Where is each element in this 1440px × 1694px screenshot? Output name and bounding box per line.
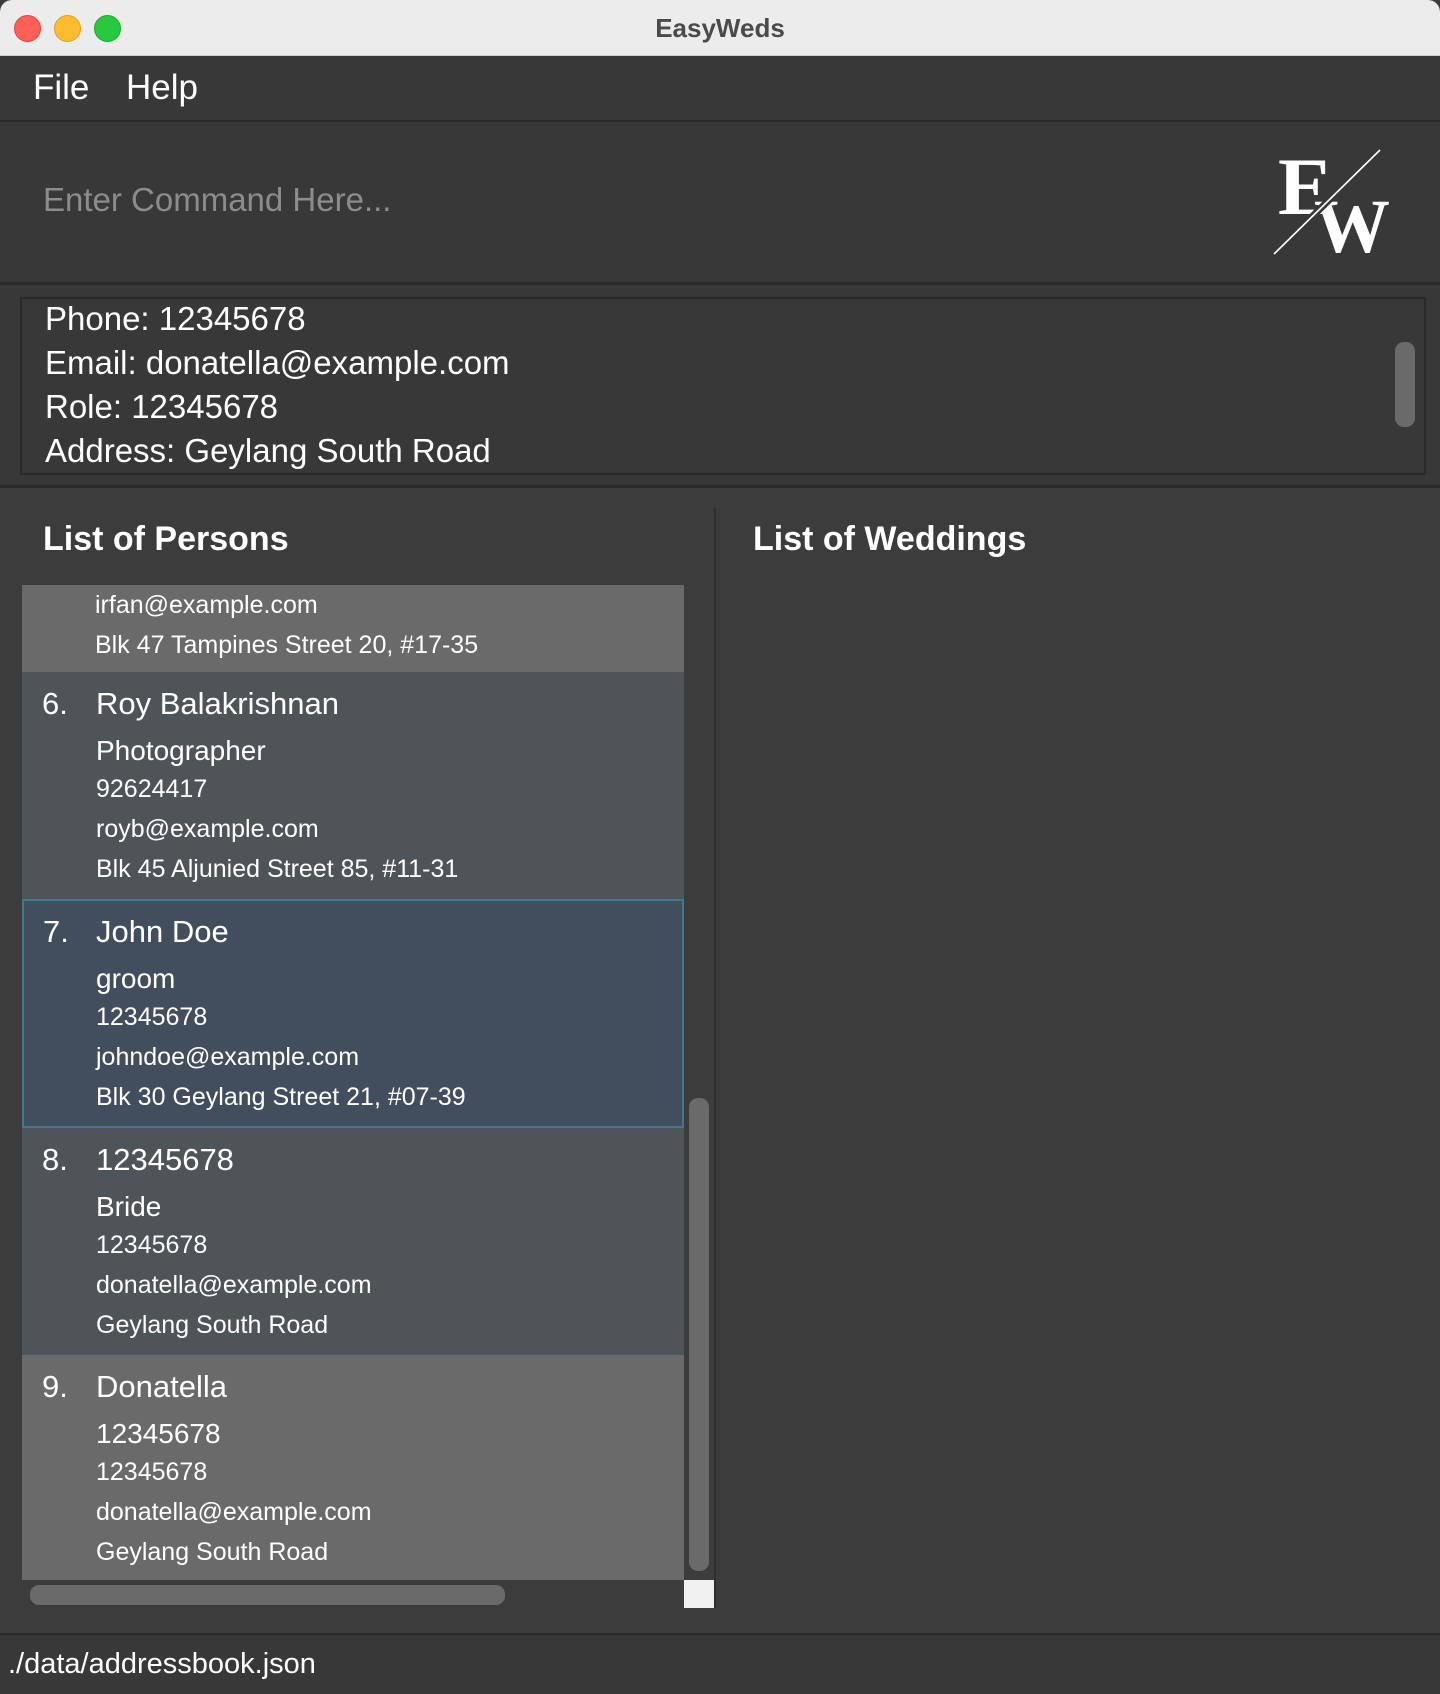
person-email: donatella@example.com	[96, 1498, 372, 1526]
person-phone: 92624417	[96, 775, 208, 803]
panel-divider	[714, 508, 716, 1608]
scroll-corner	[684, 1580, 714, 1608]
person-name: Donatella	[96, 1369, 227, 1404]
menu-bar: File Help	[0, 56, 1440, 122]
command-input[interactable]	[20, 144, 1265, 256]
person-card[interactable]: irfan@example.com Blk 47 Tampines Street…	[22, 585, 684, 672]
person-list-vscroll-thumb[interactable]	[689, 1098, 709, 1571]
command-area: E W	[0, 122, 1440, 285]
person-email: donatella@example.com	[96, 1271, 372, 1299]
person-address: Geylang South Road	[96, 1311, 329, 1339]
person-index: 8.	[42, 1142, 68, 1177]
person-card[interactable]: 9. Donatella 12345678 12345678 donatella…	[22, 1355, 684, 1580]
easyweds-logo: E W	[1271, 146, 1390, 256]
menu-help[interactable]: Help	[126, 68, 198, 108]
person-card[interactable]: 6. Roy Balakrishnan Photographer 9262441…	[22, 672, 684, 899]
result-line-role: Role: 12345678	[45, 388, 279, 425]
person-role: Photographer	[96, 735, 266, 766]
person-card-selected[interactable]: 7. John Doe groom 12345678 johndoe@examp…	[22, 899, 684, 1128]
result-line-address: Address: Geylang South Road	[45, 432, 491, 469]
persons-panel-title: List of Persons	[43, 520, 289, 558]
person-address: Blk 47 Tampines Street 20, #17-35	[95, 631, 479, 659]
status-file-path: ./data/addressbook.json	[8, 1648, 316, 1680]
status-bar: ./data/addressbook.json	[0, 1633, 1440, 1694]
menu-file[interactable]: File	[33, 68, 89, 108]
result-display-area: Phone: 12345678 Email: donatella@example…	[0, 285, 1440, 488]
person-card[interactable]: 8. 12345678 Bride 12345678 donatella@exa…	[22, 1128, 684, 1355]
person-email: irfan@example.com	[95, 591, 318, 619]
person-name: John Doe	[96, 914, 229, 949]
person-phone: 12345678	[96, 1003, 208, 1031]
person-email: johndoe@example.com	[96, 1043, 360, 1071]
logo-letter-w: W	[1314, 185, 1390, 256]
person-list[interactable]: irfan@example.com Blk 47 Tampines Street…	[22, 585, 684, 1580]
person-list-hscroll-thumb[interactable]	[30, 1585, 505, 1605]
person-index: 7.	[43, 914, 69, 949]
result-scrollbar-thumb[interactable]	[1395, 342, 1415, 427]
result-line-phone: Phone: 12345678	[45, 300, 306, 337]
person-name: 12345678	[96, 1142, 234, 1177]
person-phone: 12345678	[96, 1458, 208, 1486]
result-line-email: Email: donatella@example.com	[45, 344, 510, 381]
person-phone: 12345678	[96, 1231, 208, 1259]
person-index: 6.	[42, 686, 68, 721]
person-name: Roy Balakrishnan	[96, 686, 339, 721]
result-display[interactable]: Phone: 12345678 Email: donatella@example…	[20, 297, 1426, 475]
person-role: groom	[96, 963, 176, 994]
person-role: 12345678	[96, 1418, 221, 1449]
window-title: EasyWeds	[655, 13, 785, 43]
person-address: Blk 45 Aljunied Street 85, #11-31	[96, 855, 459, 883]
person-email: royb@example.com	[96, 815, 319, 843]
person-address: Geylang South Road	[96, 1538, 329, 1566]
person-address: Blk 30 Geylang Street 21, #07-39	[96, 1083, 466, 1111]
window-titlebar: EasyWeds	[0, 0, 1440, 56]
person-index: 9.	[42, 1369, 68, 1404]
person-role: Bride	[96, 1191, 162, 1222]
weddings-panel-title: List of Weddings	[753, 520, 1027, 558]
